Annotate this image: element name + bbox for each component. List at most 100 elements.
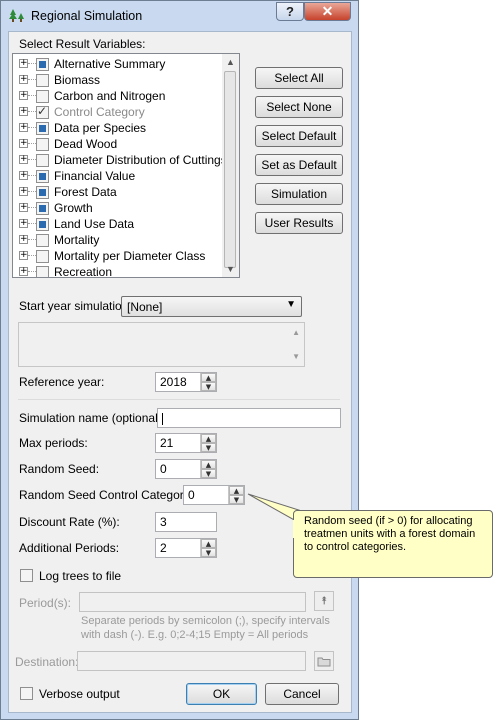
spin-down-icon[interactable]: ▼ bbox=[229, 495, 244, 504]
tree-item[interactable]: + Control Category bbox=[13, 104, 223, 120]
tree-item[interactable]: + Financial Value bbox=[13, 168, 223, 184]
destination-input[interactable] bbox=[77, 651, 306, 671]
tree-item[interactable]: + Data per Species bbox=[13, 120, 223, 136]
tree-item-checkbox[interactable] bbox=[36, 202, 49, 215]
spin-up-icon[interactable]: ▲ bbox=[201, 373, 216, 382]
expand-icon[interactable]: + bbox=[19, 203, 28, 212]
select-none-button[interactable]: Select None bbox=[255, 96, 343, 118]
tree-connector bbox=[28, 63, 36, 64]
reference-year-spin[interactable]: ▲ ▼ bbox=[200, 373, 216, 391]
tree-item-checkbox[interactable] bbox=[36, 90, 49, 103]
tree-connector bbox=[28, 175, 36, 176]
expand-icon[interactable]: + bbox=[19, 187, 28, 196]
scroll-thumb[interactable] bbox=[224, 71, 236, 268]
title-bar[interactable]: Regional Simulation ? ✕ bbox=[1, 1, 358, 31]
tree-item-label: Land Use Data bbox=[54, 217, 135, 231]
select-default-button[interactable]: Select Default bbox=[255, 125, 343, 147]
simulation-name-label: Simulation name (optional): bbox=[19, 411, 166, 425]
expand-icon[interactable]: + bbox=[19, 219, 28, 228]
expand-icon[interactable]: + bbox=[19, 107, 28, 116]
tree-item-label: Biomass bbox=[54, 73, 101, 87]
log-trees-label: Log trees to file bbox=[39, 569, 122, 583]
reference-year-stepper[interactable]: 2018 ▲ ▼ bbox=[155, 372, 217, 392]
help-button[interactable]: ? bbox=[276, 2, 304, 21]
tree-item-checkbox[interactable] bbox=[36, 58, 49, 71]
random-seed-stepper[interactable]: 0 ▲ ▼ bbox=[155, 459, 217, 479]
tree-item[interactable]: + Diameter Distribution of Cuttings bbox=[13, 152, 227, 168]
expand-icon[interactable]: + bbox=[19, 59, 28, 68]
tree-item-checkbox[interactable] bbox=[36, 218, 49, 231]
max-periods-stepper[interactable]: 21 ▲ ▼ bbox=[155, 433, 217, 453]
start-year-select[interactable]: [None] ▼ bbox=[121, 296, 302, 317]
expand-icon[interactable]: + bbox=[19, 251, 28, 260]
tree-item-checkbox[interactable] bbox=[36, 234, 49, 247]
user-results-button[interactable]: User Results bbox=[255, 212, 343, 234]
tree-item[interactable]: + Mortality per Diameter Class bbox=[13, 248, 223, 264]
spin-up-icon[interactable]: ▲ bbox=[229, 486, 244, 495]
tree-item-label: Alternative Summary bbox=[54, 57, 166, 71]
tree-item[interactable]: + Carbon and Nitrogen bbox=[13, 88, 223, 104]
tree-pick-icon[interactable]: ⯭ bbox=[314, 591, 334, 611]
simulation-name-input[interactable] bbox=[157, 408, 341, 428]
random-seed-control-stepper[interactable]: 0 ▲ ▼ bbox=[183, 485, 245, 505]
tree-item-checkbox[interactable] bbox=[36, 104, 49, 119]
expand-icon[interactable]: + bbox=[19, 235, 28, 244]
expand-icon[interactable]: + bbox=[19, 123, 28, 132]
tree-item[interactable]: + Land Use Data bbox=[13, 216, 223, 232]
set-as-default-button[interactable]: Set as Default bbox=[255, 154, 343, 176]
verbose-checkbox[interactable] bbox=[20, 687, 33, 700]
tree-item-checkbox[interactable] bbox=[36, 186, 49, 199]
spin-down-icon[interactable]: ▼ bbox=[201, 548, 216, 557]
tree-item-checkbox[interactable] bbox=[36, 250, 49, 263]
expand-icon[interactable]: + bbox=[19, 267, 28, 276]
expand-icon[interactable]: + bbox=[19, 91, 28, 100]
random-seed-spin[interactable]: ▲ ▼ bbox=[200, 460, 216, 478]
spin-down-icon[interactable]: ▼ bbox=[201, 382, 216, 391]
tree-connector bbox=[28, 95, 36, 96]
tree-item-checkbox[interactable] bbox=[36, 154, 49, 167]
select-all-button[interactable]: Select All bbox=[255, 67, 343, 89]
spin-down-icon[interactable]: ▼ bbox=[201, 443, 216, 452]
expand-icon[interactable]: + bbox=[19, 155, 28, 164]
tree-item-checkbox[interactable] bbox=[36, 266, 49, 277]
periods-input[interactable] bbox=[79, 592, 306, 612]
tree-item[interactable]: + Alternative Summary bbox=[13, 56, 223, 72]
spin-up-icon[interactable]: ▲ bbox=[201, 434, 216, 443]
result-variables-tree[interactable]: + Alternative Summary + Biomass + Carbon and … bbox=[12, 53, 240, 278]
scroll-up-icon[interactable]: ▲ bbox=[226, 57, 235, 67]
random-seed-control-spin[interactable]: ▲ ▼ bbox=[228, 486, 244, 504]
spin-up-icon[interactable]: ▲ bbox=[201, 460, 216, 469]
max-periods-spin[interactable]: ▲ ▼ bbox=[200, 434, 216, 452]
tree-item-label: Control Category bbox=[54, 105, 145, 119]
expand-icon[interactable]: + bbox=[19, 171, 28, 180]
scroll-down-icon[interactable]: ▼ bbox=[226, 264, 235, 274]
tree-item-checkbox[interactable] bbox=[36, 122, 49, 135]
additional-periods-spin[interactable]: ▲ ▼ bbox=[200, 539, 216, 557]
ok-button[interactable]: OK bbox=[186, 683, 257, 705]
close-button[interactable]: ✕ bbox=[304, 2, 351, 21]
simulation-button[interactable]: Simulation bbox=[255, 183, 343, 205]
tree-item[interactable]: + Biomass bbox=[13, 72, 223, 88]
tree-item[interactable]: + Growth bbox=[13, 200, 223, 216]
folder-icon[interactable] bbox=[314, 651, 334, 671]
scroll-up-icon: ▲ bbox=[292, 328, 300, 337]
chevron-down-icon: ▼ bbox=[286, 299, 296, 310]
expand-icon[interactable]: + bbox=[19, 139, 28, 148]
tree-item[interactable]: + Recreation bbox=[13, 264, 223, 277]
spin-down-icon[interactable]: ▼ bbox=[201, 469, 216, 478]
tree-item-checkbox[interactable] bbox=[36, 170, 49, 183]
cancel-button[interactable]: Cancel bbox=[265, 683, 339, 705]
spin-up-icon[interactable]: ▲ bbox=[201, 539, 216, 548]
additional-periods-stepper[interactable]: 2 ▲ ▼ bbox=[155, 538, 217, 558]
tree-item[interactable]: + Forest Data bbox=[13, 184, 223, 200]
discount-rate-value: 3 bbox=[160, 515, 167, 529]
max-periods-value: 21 bbox=[160, 436, 174, 450]
expand-icon[interactable]: + bbox=[19, 75, 28, 84]
discount-rate-input[interactable]: 3 bbox=[155, 512, 217, 532]
tree-item[interactable]: + Mortality bbox=[13, 232, 223, 248]
tree-item-checkbox[interactable] bbox=[36, 138, 49, 151]
log-trees-checkbox[interactable] bbox=[20, 569, 33, 582]
tree-item[interactable]: + Dead Wood bbox=[13, 136, 223, 152]
tree-item-checkbox[interactable] bbox=[36, 74, 49, 87]
tree-scrollbar[interactable]: ▲ ▼ bbox=[222, 54, 239, 277]
